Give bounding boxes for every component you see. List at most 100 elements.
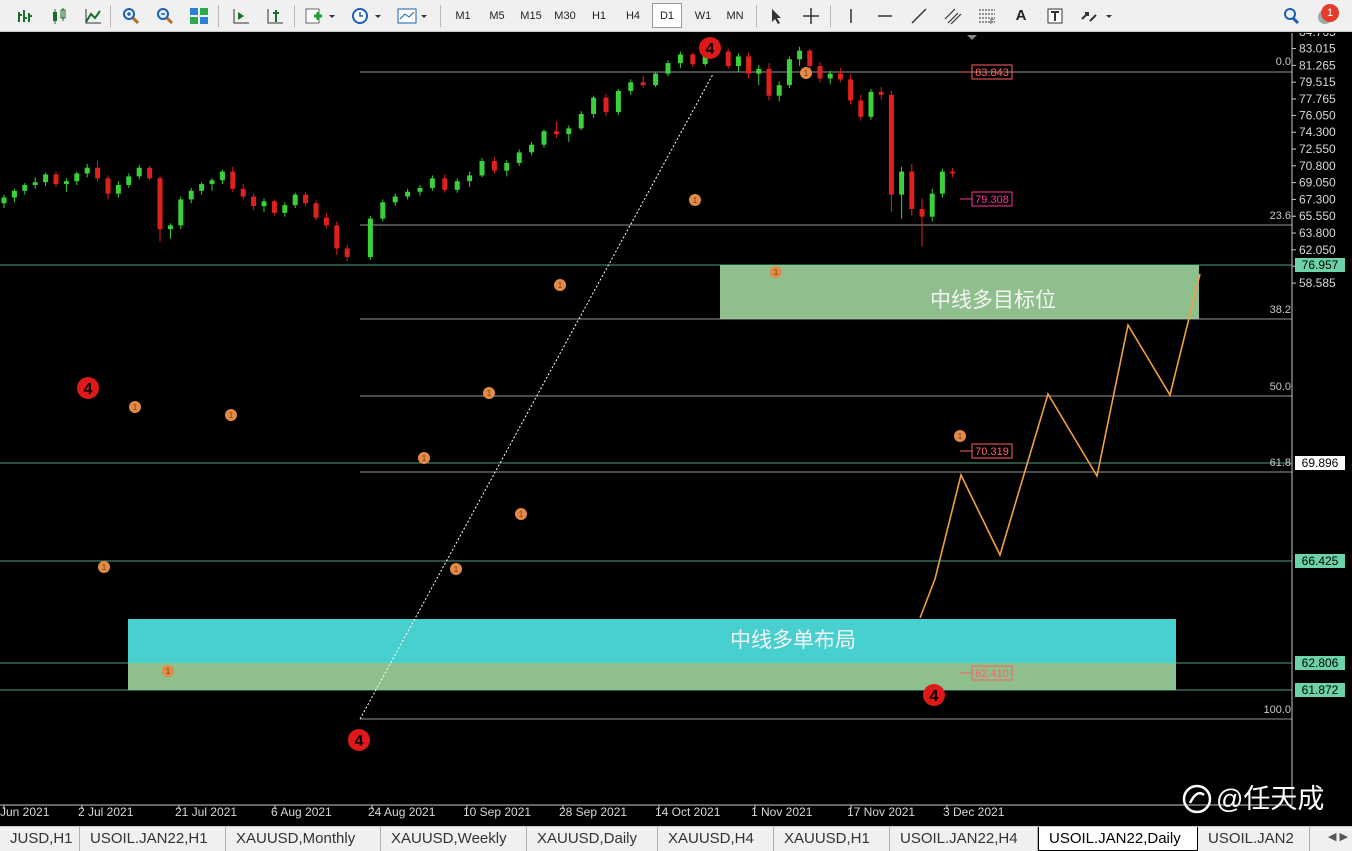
chart-tabs: JUSD,H1 USOIL.JAN22,H1 XAUUSD,Monthly XA… [0, 826, 1352, 851]
candle-body [219, 171, 225, 181]
candle-body [271, 201, 277, 213]
text-tool-icon[interactable]: A [1008, 3, 1034, 28]
tab-3[interactable]: XAUUSD,Weekly [381, 827, 527, 851]
candle-body [516, 152, 522, 163]
timeframe-m30[interactable]: M30 [550, 3, 580, 28]
candle-body [167, 225, 173, 230]
price-axis-label: 81.265 [1299, 58, 1336, 72]
add-indicator-icon[interactable] [302, 3, 338, 28]
candle-body [909, 171, 915, 210]
candle-body [405, 191, 411, 197]
wave-marker-big-label: 4 [84, 381, 93, 398]
target-zone-label: 中线多目标位 [930, 289, 1056, 312]
timeframe-h4[interactable]: H4 [618, 3, 648, 28]
fib-level-label: 100.0 [1263, 704, 1291, 716]
candle-body [735, 56, 741, 66]
tab-9[interactable]: USOIL.JAN2 [1198, 827, 1310, 851]
candle-body [848, 79, 854, 101]
wave-marker-small-label: 1 [229, 411, 234, 420]
candle-body [209, 180, 215, 185]
time-axis-label: 24 Aug 2021 [368, 805, 436, 819]
candle-body [858, 100, 864, 117]
timeframe-m5[interactable]: M5 [482, 3, 512, 28]
equidistant-channel-icon[interactable] [940, 3, 966, 28]
entry-zone-upper [128, 619, 1176, 663]
timeframe-w1[interactable]: W1 [688, 3, 718, 28]
price-axis-label: 84.765 [1299, 33, 1336, 39]
templates-icon[interactable] [394, 3, 430, 28]
search-icon[interactable] [1278, 3, 1304, 28]
price-axis-label: 62.050 [1299, 243, 1336, 257]
tab-6[interactable]: XAUUSD,H1 [774, 827, 890, 851]
candlestick-icon[interactable] [46, 3, 72, 28]
auto-scroll-icon[interactable] [228, 3, 254, 28]
wave-marker-small-label: 1 [774, 268, 779, 277]
tab-4[interactable]: XAUUSD,Daily [527, 827, 658, 851]
candle-body [529, 144, 535, 153]
zoom-in-icon[interactable] [118, 3, 144, 28]
time-axis-label: 3 Dec 2021 [943, 805, 1005, 819]
price-axis-label: 63.800 [1299, 226, 1336, 240]
fib-level-label: 0.0 [1276, 56, 1291, 68]
zoom-out-icon[interactable] [152, 3, 178, 28]
tab-scroll-arrows-icon[interactable]: ◀ ▶ [1328, 830, 1348, 843]
entry-zone-lower [128, 663, 1176, 690]
candle-body [147, 167, 153, 179]
vertical-line-icon[interactable] [838, 3, 864, 28]
candle-body [888, 94, 894, 195]
price-tag-label: 66.425 [1302, 554, 1339, 568]
candle-body [491, 161, 497, 171]
price-axis-label: 65.550 [1299, 209, 1336, 223]
timeframe-m15[interactable]: M15 [516, 3, 546, 28]
wave-marker-small-label: 1 [133, 403, 138, 412]
tab-5[interactable]: XAUUSD,H4 [658, 827, 774, 851]
timeframe-d1[interactable]: D1 [652, 3, 682, 28]
svg-text:F: F [990, 19, 994, 25]
line-chart-icon[interactable] [80, 3, 106, 28]
tab-8[interactable]: USOIL.JAN22,Daily [1038, 827, 1198, 851]
tab-7[interactable]: USOIL.JAN22,H4 [890, 827, 1038, 851]
bar-chart-icon[interactable] [12, 3, 38, 28]
crosshair-icon[interactable] [798, 3, 824, 28]
text-label-icon[interactable] [1042, 3, 1068, 28]
candle-body [653, 73, 659, 86]
candle-body [84, 167, 90, 174]
candle-body [344, 248, 350, 258]
candle-body [74, 173, 80, 182]
cursor-icon[interactable] [764, 3, 790, 28]
fib-price-label: 79.308 [975, 194, 1009, 206]
price-chart[interactable]: 4 4 4 4 1 1 1 1 1 1 1 1 1 1 1 1 1 0.0 23.6 38.2 50.0 61.8 100.… [0, 33, 1352, 824]
wave-marker-big-label: 4 [930, 688, 939, 705]
horizontal-line-icon[interactable] [872, 3, 898, 28]
candle-body [251, 196, 257, 207]
tab-2[interactable]: XAUUSD,Monthly [226, 827, 381, 851]
trendline-icon[interactable] [906, 3, 932, 28]
toolbar: M1 M5 M15 M30 H1 H4 D1 W1 MN F A 1 [0, 0, 1352, 32]
clock-periods-icon[interactable] [348, 3, 384, 28]
candle-body [628, 82, 634, 91]
tab-0[interactable]: JUSD,H1 [0, 827, 80, 851]
timeframe-h1[interactable]: H1 [584, 3, 614, 28]
wave-marker-small-label: 1 [958, 432, 963, 441]
time-axis-label: 17 Nov 2021 [847, 805, 915, 819]
chart-shift-icon[interactable] [262, 3, 288, 28]
candle-body [553, 131, 559, 135]
price-axis-label: 76.050 [1299, 108, 1336, 122]
candle-body [261, 201, 267, 207]
time-axis-label: Jun 2021 [0, 805, 50, 819]
candle-body [115, 185, 121, 194]
candle-body [313, 203, 319, 218]
candle-body [919, 209, 925, 217]
candle-body [479, 161, 485, 176]
candle-body [126, 176, 132, 186]
candle-body [303, 194, 309, 204]
tab-1[interactable]: USOIL.JAN22,H1 [80, 827, 226, 851]
price-tag-label: 61.872 [1302, 683, 1339, 697]
tile-windows-icon[interactable] [186, 3, 212, 28]
timeframe-m1[interactable]: M1 [448, 3, 478, 28]
fibonacci-icon[interactable]: F [974, 3, 1000, 28]
candle-body [690, 54, 696, 65]
arrows-menu-icon[interactable] [1076, 3, 1116, 28]
timeframe-mn[interactable]: MN [720, 3, 750, 28]
fib-level-label: 23.6 [1270, 210, 1291, 222]
